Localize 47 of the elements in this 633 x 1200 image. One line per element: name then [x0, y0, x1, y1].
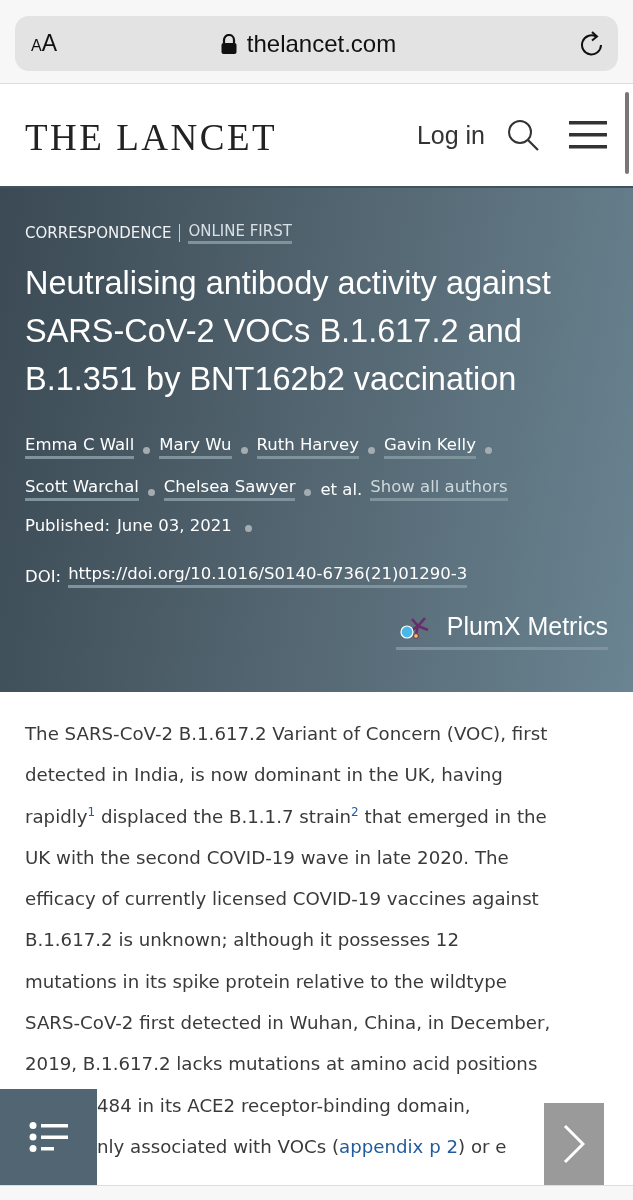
body-text-line: nly associated with VOCs (appendix p 2) or e: [97, 1134, 507, 1159]
author-link[interactable]: Ruth Harvey: [256, 435, 359, 459]
doi-label: DOI:: [25, 566, 62, 586]
plumx-metrics-link[interactable]: PlumX Metrics: [395, 612, 608, 650]
login-link[interactable]: Log in: [416, 120, 485, 150]
separator-dot: [147, 488, 155, 496]
author-link[interactable]: Scott Warchal: [25, 477, 139, 501]
separator-dot: [367, 446, 375, 454]
show-all-authors-link[interactable]: Show all authors: [370, 477, 508, 501]
published-label: Published:: [25, 516, 110, 535]
online-first-link[interactable]: ONLINE FIRST: [188, 222, 292, 244]
article-title: Neutralising antibody activity against SARS-CoV-2 VOCs B.1.617.2 and B.1.351 by BNT162b2 vaccination: [25, 264, 552, 399]
author-link[interactable]: Mary Wu: [159, 435, 232, 459]
et-al-text: et al.: [320, 479, 363, 499]
body-text-line: UK with the second COVID-19 wave in late 2020. The: [25, 845, 509, 870]
separator-dot: [484, 446, 492, 454]
search-icon[interactable]: [507, 119, 539, 151]
separator-dot: [304, 488, 312, 496]
published-date: June 03, 2021: [117, 516, 232, 535]
site-logo[interactable]: THE LANCET: [25, 111, 417, 159]
body-text-line: B.1.617.2 is unknown; although it possesses 12: [25, 928, 459, 953]
text-size-button[interactable]: AA: [31, 30, 57, 57]
body-text-line: SARS-CoV-2 first detected in Wuhan, China, in December,: [25, 1011, 551, 1036]
author-link[interactable]: Emma C Wall: [25, 435, 135, 459]
body-text-line: 2019, B.1.617.2 lacks mutations at amino acid positions: [25, 1052, 538, 1077]
separator-dot: [143, 446, 151, 454]
body-text-line: mutations in its spike protein relative to the wildtype: [25, 969, 507, 994]
body-text-line: detected in India, is now dominant in the UK, having: [25, 763, 503, 788]
author-link[interactable]: Gavin Kelly: [383, 435, 476, 459]
doi-link[interactable]: https://doi.org/10.1016/S0140-6736(21)01290-3: [68, 564, 468, 588]
body-text-line: The SARS-CoV-2 B.1.617.2 Variant of Concern (VOC), first: [25, 722, 548, 746]
outline-button[interactable]: [0, 1089, 97, 1185]
menu-icon[interactable]: [569, 121, 607, 149]
body-text-line: rapidly$^{1}$ displaced the B.1.1.7 strain$^{2}$ that emerged in the: [25, 803, 547, 829]
reload-icon[interactable]: [580, 30, 604, 57]
separator-dot: [240, 446, 248, 454]
section-label: CORRESPONDENCE: [25, 224, 172, 242]
appendix-link[interactable]: appendix p 2: [339, 1135, 459, 1157]
body-text-line: efficacy of currently licensed COVID-19 vaccines against: [25, 887, 539, 912]
separator-dot: [244, 525, 252, 532]
url-field[interactable]: thelancet.com: [246, 29, 397, 58]
body-text-line: 484 in its ACE2 receptor-binding domain,: [97, 1093, 471, 1118]
next-button[interactable]: [544, 1103, 604, 1185]
author-link[interactable]: Chelsea Sawyer: [163, 477, 296, 501]
list-icon: [28, 1122, 69, 1152]
lock-icon: [220, 33, 237, 54]
chevron-right-icon: [563, 1124, 585, 1164]
